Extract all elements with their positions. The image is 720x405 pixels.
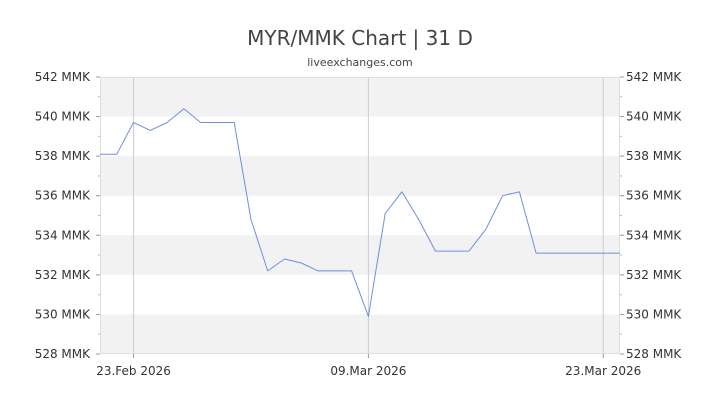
grid-band: [100, 156, 620, 196]
plot-border: [100, 77, 620, 354]
y-tick-label-left: 540 MMK: [35, 110, 91, 124]
x-axis-ticks: 23.Feb 2026 09.Mar 2026 23.Mar 2026: [96, 354, 641, 378]
y-tick-label-right: 540 MMK: [626, 110, 682, 124]
y-tick-label-left: 530 MMK: [35, 307, 91, 321]
grid-band: [100, 77, 620, 117]
y-tick-label-right: 538 MMK: [626, 149, 682, 163]
y-tick-label-left: 536 MMK: [35, 189, 91, 203]
y-tick-label-right: 530 MMK: [626, 307, 682, 321]
y-tick-label-left: 538 MMK: [35, 149, 91, 163]
grid-band: [100, 314, 620, 354]
x-tick-label: 23.Mar 2026: [565, 364, 641, 378]
plot-frame: [100, 77, 620, 354]
y-tick-label-right: 542 MMK: [626, 70, 682, 84]
x-tick-label: 23.Feb 2026: [96, 364, 171, 378]
y-tick-label-right: 528 MMK: [626, 347, 682, 361]
line-chart: 528 MMK 528 MMK 530 MMK 530 MMK 532 MMK 532 M…: [35, 70, 683, 378]
y-tick-label-left: 542 MMK: [35, 70, 91, 84]
y-tick-label-right: 534 MMK: [626, 228, 682, 242]
y-tick-label-right: 532 MMK: [626, 268, 682, 282]
y-tick-label-left: 528 MMK: [35, 347, 91, 361]
grid-band: [100, 235, 620, 275]
y-tick-label-left: 534 MMK: [35, 228, 91, 242]
y-tick-label-left: 532 MMK: [35, 268, 91, 282]
y-tick-label-right: 536 MMK: [626, 189, 682, 203]
x-tick-label: 09.Mar 2026: [330, 364, 406, 378]
grid-bands: [100, 77, 620, 354]
x-grid-lines: [133, 77, 604, 354]
series-line: [100, 108, 620, 317]
series-group: [100, 108, 620, 317]
